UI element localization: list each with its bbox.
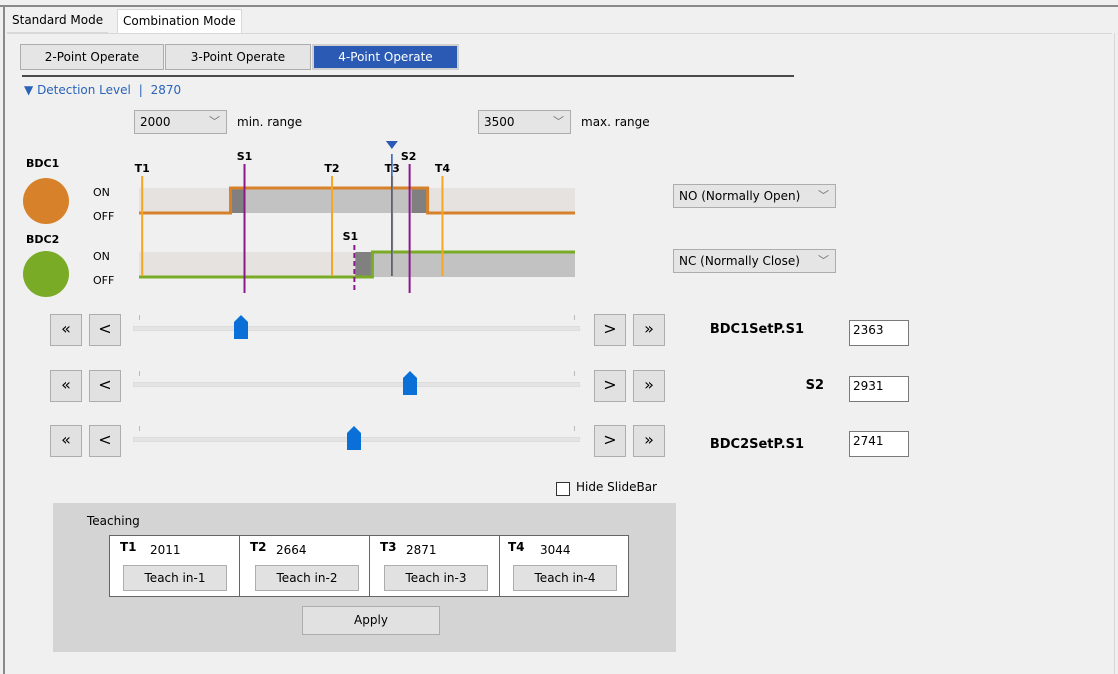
- chevron-right-icon: >: [603, 430, 617, 449]
- teach-t1-value: 2011: [150, 543, 181, 557]
- teach-t2-value: 2664: [276, 543, 307, 557]
- teach-cell-t2: T2 2664 Teach in-2: [240, 536, 370, 596]
- teach-t4-value: 3044: [540, 543, 571, 557]
- bdc1-s1-hysteresis: [230, 188, 245, 213]
- double-chevron-right-icon: »: [644, 430, 654, 449]
- slider-0-label: BDC1SetP.S1: [709, 322, 804, 337]
- teach-cell-t3: T3 2871 Teach in-3: [370, 536, 500, 596]
- slider-0-next-button[interactable]: >: [594, 314, 626, 346]
- chevron-left-icon: <: [98, 430, 112, 449]
- slider-0-first-button[interactable]: «: [50, 314, 82, 346]
- slider-1-label: S2: [805, 378, 824, 393]
- apply-button[interactable]: Apply: [302, 606, 440, 635]
- teach-label-t2: T2: [324, 162, 339, 175]
- teach-label-t4: T4: [435, 162, 451, 175]
- slider-tick: [139, 371, 140, 376]
- teaching-title: Teaching: [87, 514, 140, 528]
- slider-tick: [574, 315, 575, 320]
- teach-in-4-button[interactable]: Teach in-4: [513, 565, 617, 591]
- slider-tick: [139, 315, 140, 320]
- hide-slidebar-checkbox[interactable]: [556, 482, 570, 496]
- chevron-right-icon: >: [603, 375, 617, 394]
- teach-in-1-button[interactable]: Teach in-1: [123, 565, 227, 591]
- slider-2-label: BDC2SetP.S1: [709, 437, 804, 452]
- chevron-right-icon: >: [603, 319, 617, 338]
- bdc2-s1-hysteresis: [355, 252, 373, 277]
- bdc1-mode-value: NO (Normally Open): [679, 189, 801, 203]
- chevron-left-icon: <: [98, 319, 112, 338]
- bdc1-active-band: [230, 188, 419, 213]
- slider-tick: [574, 426, 575, 431]
- slider-1-thumb[interactable]: [403, 371, 417, 395]
- bdc1-s1-label: S1: [237, 150, 253, 163]
- bdc1-s2-label: S2: [401, 150, 417, 163]
- teach-label-t1: T1: [135, 162, 150, 175]
- double-chevron-right-icon: »: [644, 375, 654, 394]
- teach-cell-t4: T4 3044 Teach in-4: [500, 536, 628, 596]
- detection-level-marker-icon: [385, 141, 398, 149]
- slider-1-prev-button[interactable]: <: [89, 370, 121, 402]
- hide-slidebar-label: Hide SlideBar: [576, 480, 657, 494]
- slider-0-prev-button[interactable]: <: [89, 314, 121, 346]
- slider-1-track[interactable]: [133, 382, 580, 387]
- chevron-down-icon: ﹀: [818, 254, 829, 267]
- teach-t3-name: T3: [380, 540, 397, 554]
- slider-0-last-button[interactable]: »: [633, 314, 665, 346]
- chevron-down-icon: ﹀: [818, 189, 829, 202]
- chevron-left-icon: <: [98, 375, 112, 394]
- double-chevron-left-icon: «: [61, 430, 71, 449]
- double-chevron-left-icon: «: [61, 375, 71, 394]
- bdc2-s1-label: S1: [343, 230, 359, 243]
- teach-in-3-button[interactable]: Teach in-3: [384, 565, 488, 591]
- slider-0-value-input[interactable]: 2363: [849, 320, 909, 346]
- slider-2-next-button[interactable]: >: [594, 425, 626, 457]
- bdc2-active-band: [372, 252, 575, 277]
- teach-t4-name: T4: [508, 540, 525, 554]
- slider-1-first-button[interactable]: «: [50, 370, 82, 402]
- slider-0-thumb[interactable]: [234, 315, 248, 339]
- slider-1-value-input[interactable]: 2931: [849, 376, 909, 402]
- teach-cell-t1: T1 2011 Teach in-1: [110, 536, 240, 596]
- bdc1-s2-hysteresis: [411, 188, 428, 213]
- slider-2-first-button[interactable]: «: [50, 425, 82, 457]
- teach-in-2-button[interactable]: Teach in-2: [255, 565, 359, 591]
- teach-t1-name: T1: [120, 540, 137, 554]
- slider-tick: [139, 426, 140, 431]
- teach-t3-value: 2871: [406, 543, 437, 557]
- double-chevron-left-icon: «: [61, 319, 71, 338]
- slider-1-next-button[interactable]: >: [594, 370, 626, 402]
- slider-tick: [574, 371, 575, 376]
- bdc2-mode-select[interactable]: NC (Normally Close) ﹀: [673, 249, 836, 273]
- slider-0-track[interactable]: [133, 326, 580, 331]
- slider-2-last-button[interactable]: »: [633, 425, 665, 457]
- slider-2-prev-button[interactable]: <: [89, 425, 121, 457]
- teach-t2-name: T2: [250, 540, 267, 554]
- teaching-table: T1 2011 Teach in-1 T2 2664 Teach in-2 T3…: [109, 535, 629, 597]
- timing-chart: T1T2T3T4S1S2S1: [135, 141, 575, 293]
- slider-2-value-input[interactable]: 2741: [849, 431, 909, 457]
- slider-1-last-button[interactable]: »: [633, 370, 665, 402]
- double-chevron-right-icon: »: [644, 319, 654, 338]
- bdc2-mode-value: NC (Normally Close): [679, 254, 800, 268]
- panel-border: [1114, 33, 1115, 674]
- slider-2-thumb[interactable]: [347, 426, 361, 450]
- bdc1-mode-select[interactable]: NO (Normally Open) ﹀: [673, 184, 836, 208]
